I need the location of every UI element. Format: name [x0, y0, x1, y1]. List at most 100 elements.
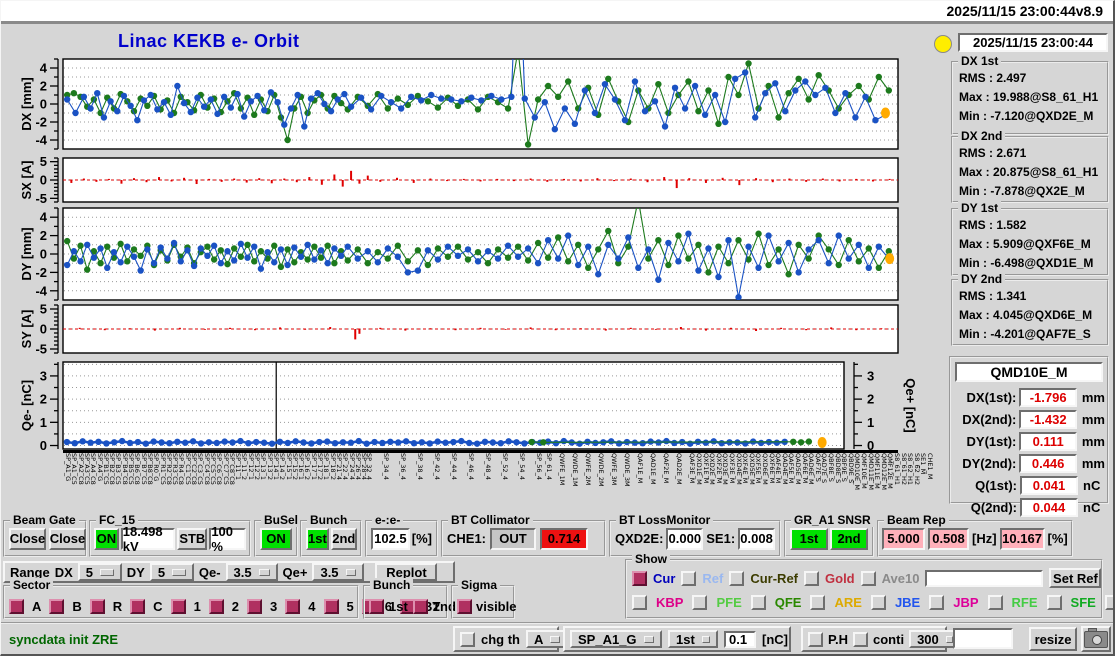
- sector-label-2: 2: [231, 598, 240, 614]
- show-sfe-label: SFE: [1070, 595, 1096, 610]
- chg-th-menu[interactable]: A: [526, 630, 568, 648]
- monitor-row: DY(2nd): 0.446 mm: [953, 452, 1105, 474]
- stats-group-dx1-title: DX 1st: [958, 54, 1002, 68]
- range-dx-menu[interactable]: 5: [77, 563, 122, 581]
- monitor-value: 0.044: [1020, 497, 1078, 517]
- x-tick-label: SP_46_4: [467, 453, 475, 480]
- show-jbp-checkbox[interactable]: [929, 595, 945, 610]
- stat-line: Min : -4.201@QAF7E_S: [959, 327, 1091, 341]
- sector-checkbox-a[interactable]: [9, 598, 24, 614]
- se1-label: SE1:: [706, 531, 736, 546]
- bunch-2nd-button[interactable]: 2nd: [330, 527, 357, 550]
- sx-plot: 5 0 -5SX [A]: [21, 155, 899, 206]
- resize-button[interactable]: resize: [1029, 627, 1077, 651]
- chg-th-checkbox[interactable]: [460, 631, 475, 647]
- svg-text:5: 5: [40, 302, 47, 317]
- busel-on-button[interactable]: ON: [260, 527, 292, 550]
- range-qep-menu[interactable]: 3.5: [312, 563, 365, 581]
- x-tick-label: QWFE_2M: [584, 453, 592, 486]
- menu-indicator-icon: [345, 568, 357, 576]
- show-sfe-checkbox[interactable]: [1046, 595, 1062, 610]
- svg-text:2: 2: [867, 392, 874, 407]
- show-rfe-checkbox[interactable]: [987, 595, 1003, 610]
- gr-a1-1st-button[interactable]: 1st: [790, 527, 828, 550]
- svg-text:-2: -2: [35, 115, 47, 130]
- show-rfe-label: RFE: [1011, 595, 1038, 610]
- show-gold-checkbox[interactable]: [804, 570, 820, 586]
- show-cur-checkbox[interactable]: [632, 570, 647, 586]
- stat-line: Max : 20.875@S8_61_H1: [959, 165, 1099, 179]
- sector-checkbox-b[interactable]: [49, 598, 65, 614]
- threshold-input[interactable]: [724, 630, 756, 648]
- sector-checkbox-2[interactable]: [208, 598, 224, 614]
- monitor-label: DX(1st):: [966, 389, 1017, 405]
- ph-checkbox[interactable]: [808, 631, 823, 647]
- monitor-value: -1.432: [1019, 409, 1077, 429]
- monitor-label: Q(2nd):: [970, 499, 1017, 515]
- range-qem-menu[interactable]: 3.5: [225, 563, 278, 581]
- monitor-row: Q(1st): 0.041 nC: [953, 474, 1105, 496]
- sp-bunch-menu-value: 1st: [676, 631, 695, 647]
- gr-a1-snsr-group: GR_A1 SNSR 1st 2nd: [784, 513, 874, 557]
- svg-text:0: 0: [40, 322, 47, 337]
- show-kbp-checkbox[interactable]: [632, 595, 647, 610]
- range-dy-menu[interactable]: 5: [149, 563, 194, 581]
- sector-label-r: R: [112, 598, 123, 614]
- sector-checkbox-1[interactable]: [170, 598, 186, 614]
- show-pfe-checkbox[interactable]: [692, 595, 708, 610]
- bunch-1st-checkbox[interactable]: [369, 598, 384, 614]
- sp-monitor-menu[interactable]: SP_A1_G: [570, 630, 662, 648]
- menu-indicator-icon: [643, 635, 654, 643]
- chg-th-label: chg th: [481, 631, 520, 647]
- svg-text:DX [mm]: DX [mm]: [21, 77, 34, 130]
- svg-text:4: 4: [40, 61, 48, 76]
- show-jbe-checkbox[interactable]: [870, 595, 886, 610]
- snapshot-button[interactable]: [1081, 626, 1111, 652]
- sigma-visible-checkbox[interactable]: [457, 598, 472, 614]
- monitor-row: DX(1st): -1.796 mm: [953, 386, 1105, 408]
- show-ave10-checkbox[interactable]: [860, 570, 876, 586]
- monitor-value: 0.041: [1020, 475, 1078, 495]
- bunch-2nd-checkbox[interactable]: [412, 598, 428, 614]
- show-gold-label: Gold: [825, 570, 855, 586]
- conti-checkbox[interactable]: [853, 631, 868, 647]
- x-tick-label: SP_38_4: [416, 453, 424, 480]
- x-tick-label: QAD2E_M: [675, 453, 683, 485]
- monitor-label: DY(2nd):: [962, 455, 1017, 471]
- svg-text:-5: -5: [35, 191, 47, 206]
- sp-bunch-menu[interactable]: 1st: [668, 630, 718, 648]
- sector-checkbox-5[interactable]: [323, 598, 339, 614]
- monitor-unit: nC: [1083, 477, 1101, 493]
- show-ref-checkbox[interactable]: [681, 570, 697, 586]
- ref-name-input[interactable]: [925, 569, 1044, 587]
- show-are-label: ARE: [834, 595, 862, 610]
- beam-gate-close-button-2[interactable]: Close: [49, 527, 86, 550]
- show-zre-checkbox[interactable]: [1104, 595, 1113, 610]
- fc15-on-button[interactable]: ON: [94, 527, 119, 550]
- fc15-stb-button[interactable]: STB: [177, 527, 208, 550]
- gr-a1-2nd-button[interactable]: 2nd: [830, 527, 868, 550]
- camera-icon: [1084, 627, 1108, 648]
- sector-checkbox-4[interactable]: [285, 598, 301, 614]
- svg-text:5: 5: [40, 155, 47, 169]
- set-ref-button[interactable]: Set Ref: [1049, 568, 1102, 588]
- svg-text:Qe- [nC]: Qe- [nC]: [21, 380, 34, 431]
- count-menu-value: 300: [917, 631, 939, 647]
- extra-input[interactable]: [953, 628, 1013, 649]
- range-qep-value: 3.5: [320, 564, 339, 580]
- show-cur-label: Cur: [653, 570, 676, 586]
- bunch-1st-label: 1st: [389, 598, 408, 614]
- show-cur-ref-checkbox[interactable]: [729, 570, 745, 586]
- sector-checkbox-3[interactable]: [247, 598, 263, 614]
- show-are-checkbox[interactable]: [810, 595, 826, 610]
- beam-gate-group: Beam Gate Close Close: [3, 513, 87, 557]
- beam-gate-close-button-1[interactable]: Close: [9, 527, 46, 550]
- sector-checkbox-r[interactable]: [89, 598, 105, 614]
- monitor-value: 0.111: [1019, 431, 1077, 451]
- show-qfe-checkbox[interactable]: [750, 595, 766, 610]
- x-axis-labels: SP_A1_G SP_A1_C5 SP_A2_C8 SP_A3_C5 SP_A4_C8 S…: [63, 453, 943, 513]
- bunch-1st-button[interactable]: 1st: [306, 527, 329, 550]
- sector-checkbox-c[interactable]: [130, 598, 146, 614]
- eratio-title: e-:e-: [372, 513, 404, 527]
- bt-collimator-group: BT Collimator CHE1: OUT 0.714: [441, 513, 606, 557]
